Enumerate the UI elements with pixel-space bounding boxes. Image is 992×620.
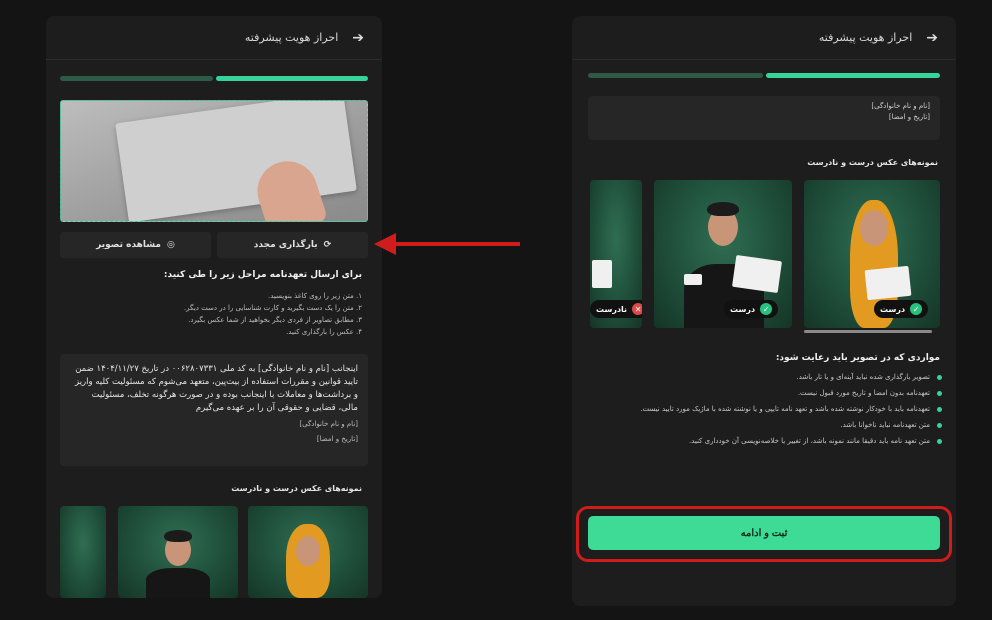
check-icon: ✓: [760, 303, 773, 315]
check-icon: ✓: [910, 303, 923, 315]
paper-image: [864, 265, 912, 301]
pledge-name-line: [نام و نام خانوادگی]: [299, 420, 358, 428]
arrow-right-icon[interactable]: ➔: [352, 30, 364, 46]
submit-continue-button[interactable]: ثبت و ادامه: [588, 516, 940, 550]
uploaded-image-preview[interactable]: [60, 100, 368, 222]
info-name-line: [نام و نام خانوادگی]: [871, 102, 930, 110]
rule-item: تصویر بارگذاری شده نباید آینه‌ای و یا تا…: [602, 372, 942, 383]
hair-image: [164, 530, 192, 542]
step-item: ۲. متن را یک دست بگیرید و کارت شناسایی ر…: [183, 304, 362, 312]
reupload-label: بارگذاری مجدد: [253, 240, 318, 250]
rule-item: تعهدنامه بدون امضا و تاریخ مورد قبول نیس…: [602, 388, 942, 399]
progress-bar: [588, 73, 940, 78]
carousel-scrollbar[interactable]: [804, 330, 932, 333]
progress-bar: [60, 76, 368, 81]
step-item: ۱. متن زیر را روی کاغذ بنویسید.: [268, 292, 362, 300]
arrow-right-icon[interactable]: ➔: [926, 30, 938, 46]
image-actions: ⟳ بارگذاری مجدد ◎ مشاهده تصویر: [60, 232, 368, 258]
page-title: احراز هویت پیشرفته: [244, 31, 339, 44]
face-image: [296, 536, 320, 566]
close-icon: ✕: [632, 303, 642, 315]
step-item: ۳. مطابق تصاویر از فردی دیگر بخواهید از …: [188, 316, 362, 324]
rule-item: متن تعهدنامه نباید ناخوانا باشد.: [602, 420, 942, 431]
rule-item: تعهدنامه باید با خودکار نوشته شده باشد و…: [602, 404, 942, 415]
steps-title: برای ارسال تعهدنامه مراحل زیر را طی کنید…: [163, 270, 362, 280]
sample-photo-woman[interactable]: ✓ درست: [804, 180, 940, 328]
pledge-date-line: [تاریخ و امضا]: [316, 435, 358, 443]
shirt-image: [146, 568, 210, 598]
left-panel: ➔ احراز هویت پیشرفته ⟳ بارگذاری مجدد ◎ م…: [46, 16, 382, 598]
view-image-label: مشاهده تصویر: [96, 240, 162, 250]
progress-step-1: [765, 73, 940, 78]
progress-step-2: [588, 73, 763, 78]
sample-photo-woman: [248, 506, 368, 598]
badge-label: درست: [880, 304, 906, 314]
pledge-text: اینجانب [نام و نام خانوادگی] به کد ملی ۰…: [75, 364, 358, 413]
eye-icon: ◎: [167, 240, 175, 250]
id-card-image: [684, 274, 702, 285]
pledge-text-box: اینجانب [نام و نام خانوادگی] به کد ملی ۰…: [60, 354, 368, 466]
wrong-badge: ✕ نادرست: [590, 300, 642, 318]
rules-title: مواردی که در تصویر باید رعایت شود:: [775, 353, 940, 363]
badge-label: درست: [730, 304, 756, 314]
sample-photo-man: [118, 506, 238, 598]
annotation-arrow-icon: [374, 233, 520, 255]
pledge-preview-box: [نام و نام خانوادگی] [تاریخ و امضا]: [588, 96, 940, 140]
samples-title: نمونه‌های عکس درست و نادرست: [231, 484, 362, 493]
hair-image: [707, 202, 739, 216]
progress-step-1: [215, 76, 368, 81]
progress-step-2: [60, 76, 213, 81]
reupload-button[interactable]: ⟳ بارگذاری مجدد: [217, 232, 368, 258]
correct-badge: ✓ درست: [874, 300, 929, 318]
samples-title: نمونه‌های عکس درست و نادرست: [807, 158, 938, 167]
rule-item: متن تعهد نامه باید دقیقا مانند نمونه باش…: [602, 436, 942, 447]
sample-photo-wrong[interactable]: ✕ نادرست: [590, 180, 642, 328]
info-date-line: [تاریخ و امضا]: [888, 113, 930, 121]
panel-header: ➔ احراز هویت پیشرفته: [572, 16, 956, 60]
panel-header: ➔ احراز هویت پیشرفته: [46, 16, 382, 60]
view-image-button[interactable]: ◎ مشاهده تصویر: [60, 232, 211, 258]
rules-list: تصویر بارگذاری شده نباید آینه‌ای و یا تا…: [602, 372, 942, 452]
badge-label: نادرست: [596, 304, 628, 314]
paper-image: [592, 260, 612, 288]
sample-photo-partial: [60, 506, 106, 598]
correct-badge: ✓ درست: [724, 300, 779, 318]
paper-image: [731, 254, 783, 294]
page-title: احراز هویت پیشرفته: [818, 31, 913, 44]
steps-list: ۱. متن زیر را روی کاغذ بنویسید. ۲. متن ر…: [184, 290, 362, 338]
step-item: ۴. عکس را بارگذاری کنید.: [286, 328, 362, 336]
sample-photo-man[interactable]: ✓ درست: [654, 180, 792, 328]
refresh-icon: ⟳: [323, 240, 332, 250]
face-image: [860, 210, 888, 246]
